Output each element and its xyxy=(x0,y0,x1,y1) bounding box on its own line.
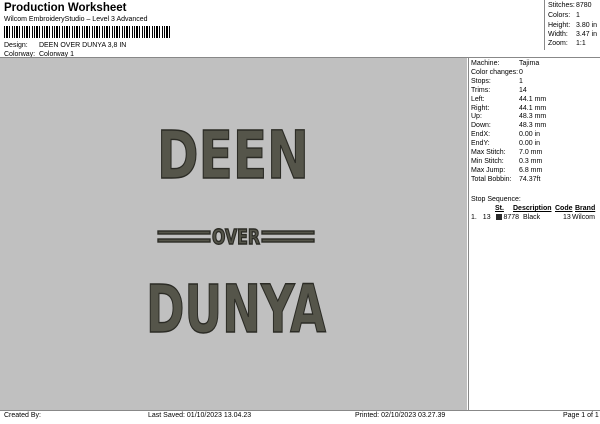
design-preview: DEEN OVER DUNYA xyxy=(0,58,467,410)
color-swatch xyxy=(495,214,502,220)
footer-divider xyxy=(0,410,600,411)
detail-value: 74.37ft xyxy=(519,175,541,183)
detail-label: EndX: xyxy=(471,131,491,139)
detail-label: Machine: xyxy=(471,60,500,67)
detail-value: 0.00 in xyxy=(519,140,541,148)
details-panel: Machine: Tajima Color changes:0 Stops: 1 Trim… xyxy=(468,58,600,410)
design-label: Design: xyxy=(4,42,28,49)
stop-sequence-title: Stop Sequence: xyxy=(471,196,521,203)
detail-label: Color changes: xyxy=(471,68,519,76)
detail-row: Max Jump: 6.8 mm xyxy=(471,167,542,174)
detail-label: Stops: xyxy=(471,77,491,85)
detail-value: 48.3 mm xyxy=(519,113,547,121)
stop-row: 1. 13 8778 Black 13 Wilcom xyxy=(471,214,595,221)
detail-label: Right: xyxy=(471,104,490,112)
design-line-dunya: DUNYA xyxy=(146,271,326,348)
stop-description: Black xyxy=(523,214,541,221)
footer-created-by: Created By: xyxy=(4,412,41,419)
stop-stitches: 8778 xyxy=(503,214,520,221)
detail-label: Max Stitch: xyxy=(471,149,506,156)
detail-value: 14 xyxy=(519,86,527,94)
stop-number: 13 xyxy=(482,214,491,221)
detail-value: 1 xyxy=(519,77,523,85)
detail-value: 44.1 mm xyxy=(519,104,547,112)
detail-value: 0 xyxy=(519,68,523,76)
design-rule-right xyxy=(261,230,315,235)
footer-page: Page 1 of 1 xyxy=(563,412,599,419)
detail-row: Up: 48.3 mm xyxy=(471,113,546,120)
embroidery-design: DEEN OVER DUNYA xyxy=(145,116,326,348)
stat-stitches: Stitches:8780 xyxy=(548,2,592,9)
design-value: DEEN OVER DUNYA 3,8 IN xyxy=(38,42,127,49)
detail-label: Min Stitch: xyxy=(471,157,504,165)
stat-height: Height: 3.80 in xyxy=(548,22,598,29)
stop-code: 13 xyxy=(563,214,571,221)
stop-brand: Wilcom xyxy=(572,214,595,221)
detail-row: Color changes:0 xyxy=(471,69,523,76)
stop-index: 1. xyxy=(471,214,477,221)
detail-label: Up: xyxy=(471,113,482,121)
detail-label: Max Jump: xyxy=(471,166,506,174)
col-description: Description xyxy=(513,205,552,212)
detail-row: Max Stitch: 7.0 mm xyxy=(471,149,542,156)
stats-panel: Stitches:8780 Colors: 1 Height: 3.80 in Wi… xyxy=(544,0,600,50)
detail-row: Stops: 1 xyxy=(471,78,523,85)
stat-zoom: Zoom: 1:1 xyxy=(548,40,586,47)
detail-row: Machine: Tajima xyxy=(471,60,539,67)
detail-value: 44.1 mm xyxy=(519,95,547,103)
design-rule-left-2 xyxy=(157,238,211,243)
col-brand: Brand xyxy=(575,205,596,212)
design-rule-right-2 xyxy=(261,238,315,243)
detail-row: Down: 48.3 mm xyxy=(471,122,546,129)
detail-label: EndY: xyxy=(471,140,490,148)
detail-row: Min Stitch: 0.3 mm xyxy=(471,158,542,165)
detail-row: Left: 44.1 mm xyxy=(471,96,546,103)
software-subtitle: Wilcom EmbroideryStudio – Level 3 Advanc… xyxy=(4,16,148,23)
design-line-deen: DEEN xyxy=(157,117,309,194)
detail-value: 0.00 in xyxy=(519,131,541,139)
barcode xyxy=(4,26,172,38)
detail-label: Down: xyxy=(471,122,491,130)
footer-printed: Printed: 02/10/2023 03.27.39 xyxy=(355,412,446,419)
detail-row: Right: 44.1 mm xyxy=(471,105,546,112)
detail-row: EndY: 0.00 in xyxy=(471,140,540,147)
detail-label: Total Bobbin: xyxy=(471,175,512,183)
worksheet-title: Production Worksheet xyxy=(4,2,127,14)
detail-label: Left: xyxy=(471,95,485,103)
footer-last-saved: Last Saved: 01/10/2023 13.04.23 xyxy=(148,412,252,419)
detail-value: 48.3 mm xyxy=(519,122,547,130)
detail-value: 0.3 mm xyxy=(519,157,543,165)
design-rule-left xyxy=(157,230,211,235)
detail-value: Tajima xyxy=(519,60,540,67)
detail-row: Trims: 14 xyxy=(471,87,527,94)
detail-value: 6.8 mm xyxy=(519,166,543,174)
detail-label: Trims: xyxy=(471,86,491,94)
detail-row: Total Bobbin: 74.37ft xyxy=(471,176,540,183)
col-code: Code xyxy=(555,205,573,212)
stat-colors: Colors: 1 xyxy=(548,12,580,19)
design-line-over: OVER xyxy=(212,225,260,249)
detail-row: EndX: 0.00 in xyxy=(471,131,540,138)
detail-value: 7.0 mm xyxy=(519,149,543,156)
stat-width: Width: 3.47 in xyxy=(548,31,598,38)
design-meta: Design: DEEN OVER DUNYA 3,8 IN xyxy=(4,42,126,49)
col-st: St. xyxy=(495,205,504,212)
